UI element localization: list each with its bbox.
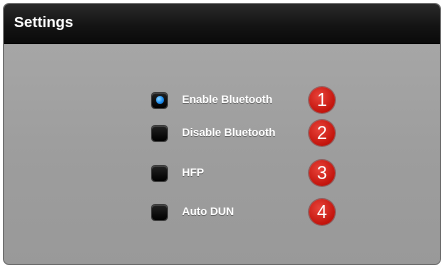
callout-badge: 1 (309, 87, 335, 113)
option-auto-dun[interactable]: Auto DUN (152, 201, 234, 223)
callout-badge: 3 (309, 160, 335, 186)
option-label: Disable Bluetooth (182, 127, 276, 139)
option-hfp[interactable]: HFP (152, 162, 204, 184)
radio-hfp[interactable] (152, 165, 167, 181)
option-enable-bluetooth[interactable]: Enable Bluetooth (152, 89, 272, 111)
radio-selected-dot (155, 96, 164, 104)
radio-disable-bluetooth[interactable] (152, 125, 167, 141)
settings-window: Settings Enable Bluetooth 1 Disable Blue… (3, 3, 441, 265)
page-title: Settings (14, 14, 74, 31)
option-label: HFP (182, 167, 204, 179)
settings-content: Enable Bluetooth 1 Disable Bluetooth 2 H… (4, 44, 440, 264)
radio-auto-dun[interactable] (152, 204, 167, 220)
option-label: Enable Bluetooth (182, 94, 273, 106)
option-disable-bluetooth[interactable]: Disable Bluetooth (152, 122, 276, 144)
callout-badge: 4 (309, 199, 335, 225)
header-bar: Settings (4, 4, 440, 44)
option-label: Auto DUN (182, 206, 234, 218)
radio-enable-bluetooth[interactable] (152, 92, 167, 108)
callout-badge: 2 (309, 120, 335, 146)
